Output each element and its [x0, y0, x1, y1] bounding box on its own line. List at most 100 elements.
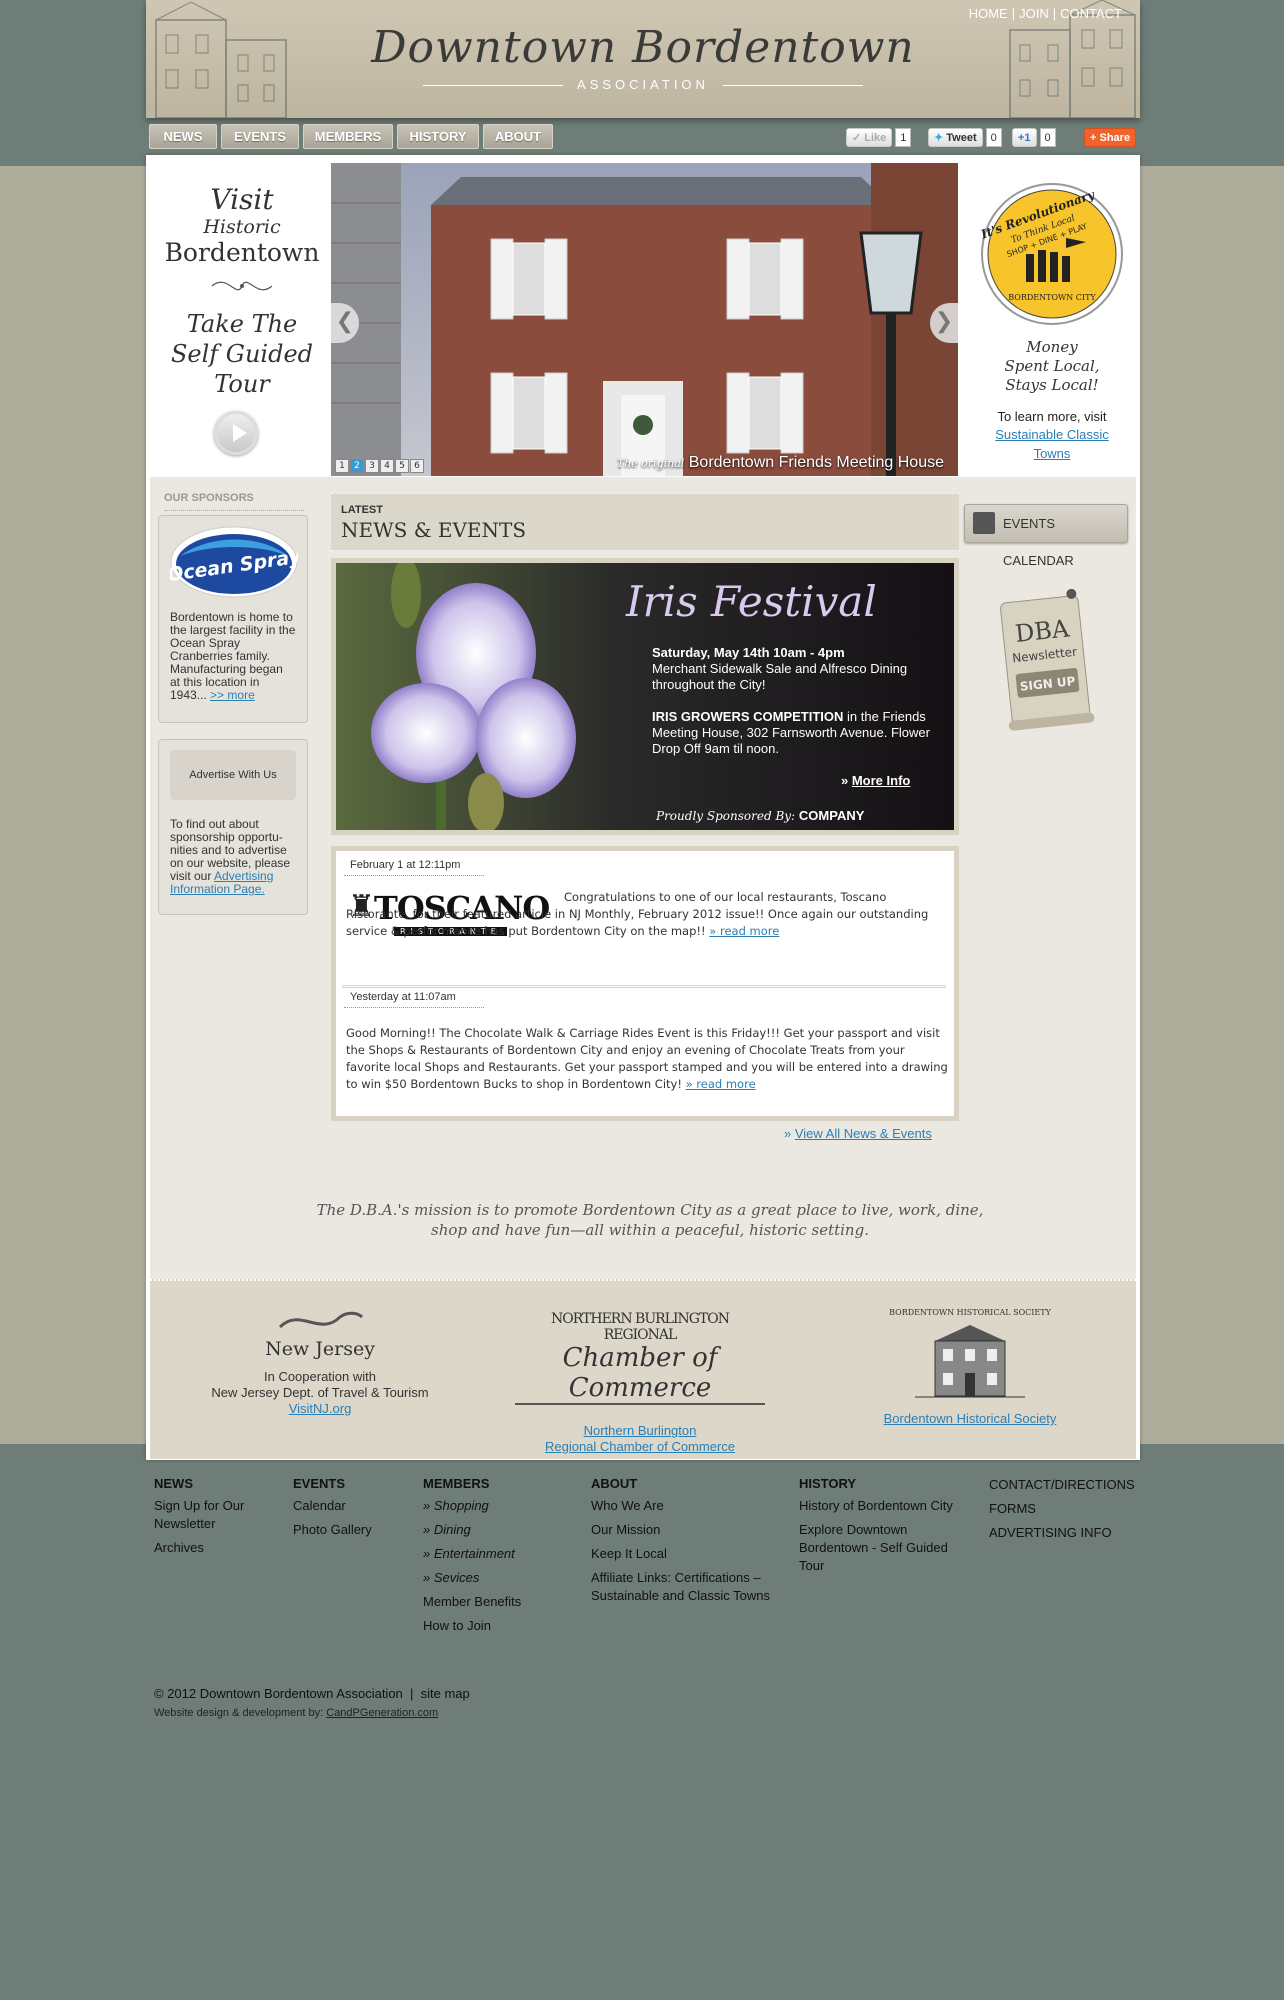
slogan-line3: Stays Local!	[1005, 376, 1099, 394]
tweet-widget: ✦ Tweet 0	[928, 128, 1002, 148]
historical-society-link[interactable]: Bordentown Historical Society	[870, 1411, 1070, 1427]
visit-line3: Bordentown	[164, 238, 320, 267]
view-all-news-link[interactable]: » View All News & Events	[784, 1126, 932, 1141]
visit-line2: Historic	[203, 216, 281, 238]
revolutionary-badge-logo[interactable]: It's Revolutionary To Think Local SHOP +…	[978, 182, 1124, 326]
main-panel: Visit Historic Bordentown Take The Self …	[146, 155, 1140, 1460]
footer-link-keep-it-local[interactable]: Keep It Local	[591, 1545, 781, 1563]
page-container: Downtown Bordentown ASSOCIATION HOME | JOI…	[146, 0, 1140, 1460]
iris-festival-banner[interactable]: Iris Festival Saturday, May 14th 10am - …	[331, 558, 959, 835]
footer-heading-about[interactable]: ABOUT	[591, 1476, 781, 1491]
partner-chamber: NORTHERN BURLINGTON REGIONAL Chamber of …	[515, 1311, 765, 1455]
chamber-logo-line1: NORTHERN BURLINGTON REGIONAL	[551, 1311, 730, 1343]
site-logo-subtitle: ASSOCIATION	[146, 77, 1140, 92]
like-label: Like	[864, 132, 887, 144]
flourish-ornament	[211, 281, 273, 291]
events-calendar-button[interactable]: EVENTS CALENDAR	[964, 504, 1128, 568]
facebook-like-widget: ✓ Like 1	[846, 128, 912, 148]
ocean-spray-logo[interactable]: Ocean Spray	[166, 526, 304, 598]
top-link-join[interactable]: JOIN	[1019, 6, 1049, 21]
footer-link-photo-gallery[interactable]: Photo Gallery	[293, 1521, 372, 1539]
iris-details: Saturday, May 14th 10am - 4pm Merchant S…	[652, 645, 942, 757]
separator: |	[1011, 6, 1016, 21]
sustainable-classic-towns-link[interactable]: Sustainable Classic Towns	[995, 427, 1108, 461]
news-header: LATEST NEWS & EVENTS	[331, 493, 959, 551]
footer-heading-members[interactable]: MEMBERS	[423, 1476, 521, 1491]
credit-link[interactable]: CandPGeneration.com	[326, 1707, 438, 1719]
footer-link-archives[interactable]: Archives	[154, 1539, 264, 1557]
play-tour-button[interactable]	[214, 411, 258, 455]
footer-heading-news[interactable]: NEWS	[154, 1476, 264, 1491]
badge-text-4: BORDENTOWN CITY	[1008, 293, 1096, 302]
footer-link-newsletter[interactable]: Sign Up for Our Newsletter	[154, 1497, 264, 1533]
share-label: Share	[1099, 132, 1131, 144]
plusone-button[interactable]: +1	[1012, 128, 1037, 147]
facebook-like-button[interactable]: ✓ Like	[846, 128, 893, 147]
top-link-contact[interactable]: CONTACT	[1060, 6, 1122, 21]
footer-heading-history[interactable]: HISTORY	[799, 1476, 969, 1491]
nav-members[interactable]: MEMBERS	[303, 124, 393, 149]
footer-link-advertising[interactable]: ADVERTISING INFO	[989, 1524, 1135, 1542]
nav-about[interactable]: ABOUT	[483, 124, 553, 149]
footer-link-self-guided-tour[interactable]: Explore Downtown Bordentown - Self Guide…	[799, 1521, 969, 1575]
post2-text: Good Morning!! The Chocolate Walk & Carr…	[346, 1025, 950, 1093]
post1-read-more[interactable]: » read more	[709, 924, 779, 938]
advertise-with-us-button[interactable]: Advertise With Us	[170, 750, 296, 800]
footer-link-our-mission[interactable]: Our Mission	[591, 1521, 781, 1539]
footer-link-how-to-join[interactable]: How to Join	[423, 1617, 521, 1635]
site-logo-title[interactable]: Downtown Bordentown	[146, 22, 1140, 73]
slide-caption-text: Bordentown Friends Meeting House	[688, 454, 944, 471]
slide-page-2[interactable]: 2	[350, 459, 364, 473]
visit-line1: Visit	[210, 183, 274, 216]
slide-page-4[interactable]: 4	[380, 459, 394, 473]
footer-heading-events[interactable]: EVENTS	[293, 1476, 372, 1491]
separator: |	[1052, 6, 1057, 21]
news-posts: February 1 at 12:11pm ♜ TOSCANO RISTORAN…	[331, 846, 959, 1121]
footer-link-who-we-are[interactable]: Who We Are	[591, 1497, 781, 1515]
slide-page-1[interactable]: 1	[335, 459, 349, 473]
dba-newsletter-signup[interactable]: DBA Newsletter SIGN UP	[993, 585, 1097, 734]
footer-link-dining[interactable]: » Dining	[423, 1521, 521, 1539]
chamber-link-line2[interactable]: Regional Chamber of Commerce	[515, 1439, 765, 1455]
ocean-spray-more-link[interactable]: >> more	[210, 688, 255, 702]
tweet-button[interactable]: ✦ Tweet	[928, 128, 983, 147]
footer-link-entertainment[interactable]: » Entertainment	[423, 1545, 521, 1563]
footer-link-calendar[interactable]: Calendar	[293, 1497, 372, 1515]
visitnj-link[interactable]: VisitNJ.org	[289, 1401, 352, 1416]
partner-nj: New Jersey In Cooperation with New Jerse…	[200, 1307, 440, 1417]
top-links: HOME | JOIN | CONTACT	[969, 6, 1122, 21]
slide-page-5[interactable]: 5	[395, 459, 409, 473]
slide-page-3[interactable]: 3	[365, 459, 379, 473]
advertise-info: To find out about sponsorship opportu-ni…	[170, 818, 296, 896]
credit-text: Website design & development by:	[154, 1707, 324, 1719]
footer-link-affiliate[interactable]: Affiliate Links: Certifications – Sustai…	[591, 1569, 781, 1605]
footer-link-history[interactable]: History of Bordentown City	[799, 1497, 969, 1515]
post2-read-more[interactable]: » read more	[686, 1077, 756, 1091]
slide-page-6[interactable]: 6	[410, 459, 424, 473]
top-link-home[interactable]: HOME	[969, 6, 1008, 21]
share-button[interactable]: + Share	[1084, 128, 1137, 147]
footer-link-member-benefits[interactable]: Member Benefits	[423, 1593, 521, 1611]
iris-more-info-link[interactable]: » More Info	[841, 773, 910, 788]
main-nav: NEWS EVENTS MEMBERS HISTORY ABOUT ✓ Like…	[146, 124, 1140, 150]
iris-sponsor-label: Proudly Sponsored By:	[656, 809, 796, 823]
iris-line1: Merchant Sidewalk Sale and Alfresco Dini…	[652, 661, 908, 692]
nav-events[interactable]: EVENTS	[221, 124, 299, 149]
slide-caption: The original Bordentown Friends Meeting …	[617, 454, 944, 472]
footer-col-contact: CONTACT/DIRECTIONS FORMS ADVERTISING INF…	[989, 1476, 1135, 1548]
nav-news[interactable]: NEWS	[149, 124, 217, 149]
nav-history[interactable]: HISTORY	[397, 124, 479, 149]
footer-link-services[interactable]: » Sevices	[423, 1569, 521, 1587]
visit-promo[interactable]: Visit Historic Bordentown Take The Self …	[162, 183, 322, 399]
footer-link-shopping[interactable]: » Shopping	[423, 1497, 521, 1515]
footer-link-contact[interactable]: CONTACT/DIRECTIONS	[989, 1476, 1135, 1494]
view-all-news-label: View All News & Events	[794, 1126, 932, 1141]
learn-more-text: To learn more, visit	[997, 409, 1107, 424]
sitemap-link[interactable]: site map	[421, 1686, 470, 1701]
footer-col-members: MEMBERS » Shopping » Dining » Entertainm…	[423, 1476, 521, 1641]
chamber-link-line1[interactable]: Northern Burlington	[515, 1423, 765, 1439]
footer-link-forms[interactable]: FORMS	[989, 1500, 1135, 1518]
footer-col-events: EVENTS Calendar Photo Gallery	[293, 1476, 372, 1545]
slide-photo-meeting-house	[331, 163, 958, 476]
iris-more-label: More Info	[851, 773, 911, 788]
